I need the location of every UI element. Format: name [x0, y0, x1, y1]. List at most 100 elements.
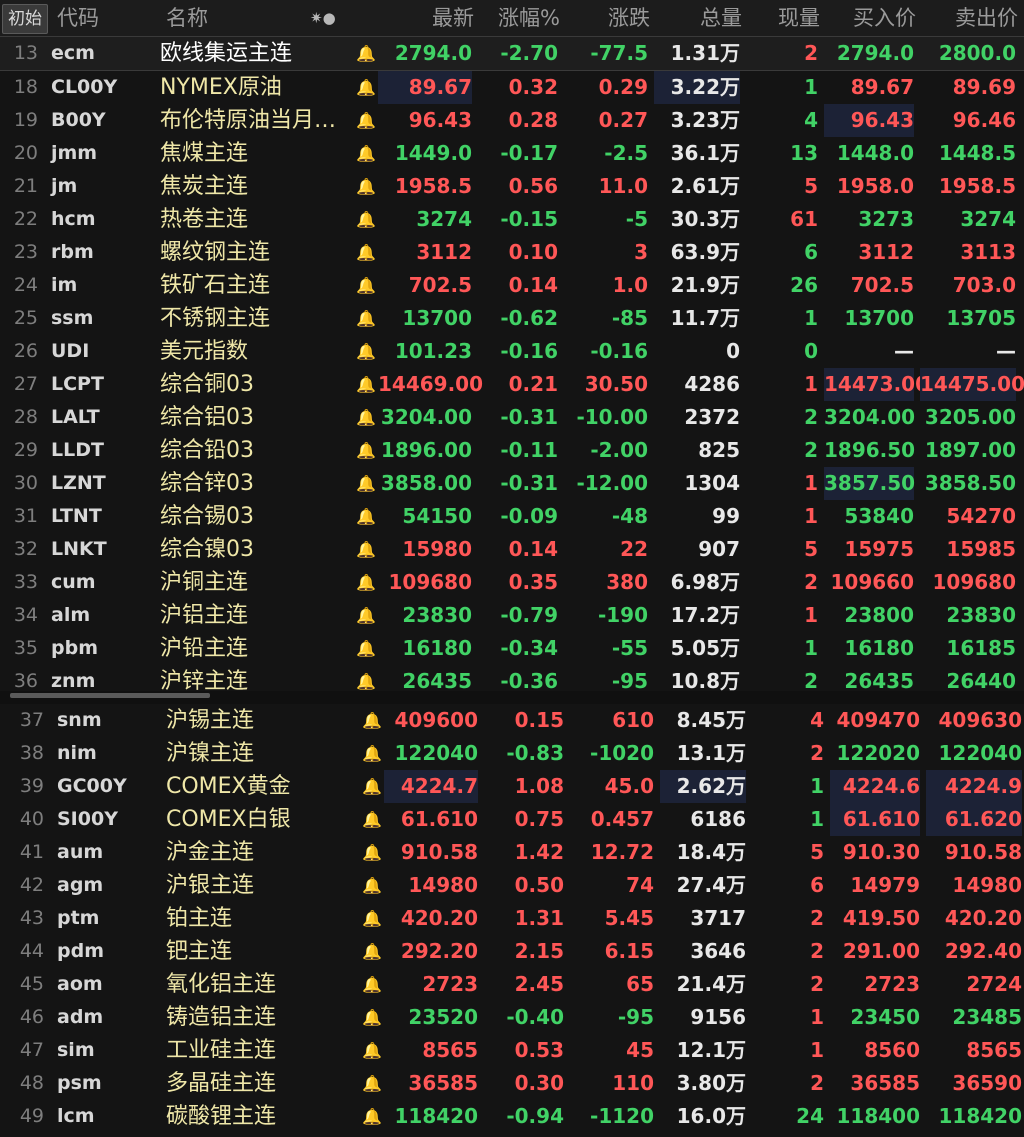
bell-icon[interactable]: 🔔 [360, 1067, 384, 1100]
instrument-name[interactable]: 沪银主连 [166, 869, 358, 902]
symbol-code[interactable]: adm [57, 1001, 157, 1034]
quote-row-GC00Y[interactable]: 39 GC00Y COMEX黄金 🔔 4224.7 1.08 45.0 2.62万 1 4224.… [0, 770, 1024, 803]
instrument-name[interactable]: 沪铝主连 [160, 599, 352, 632]
instrument-name[interactable]: 布伦特原油当月… [160, 104, 352, 137]
symbol-code[interactable]: UDI [51, 335, 151, 368]
instrument-name[interactable]: 铂主连 [166, 902, 358, 935]
bell-icon[interactable]: 🔔 [360, 902, 384, 935]
quote-row-agm[interactable]: 42 agm 沪银主连 🔔 14980 0.50 74 27.4万 6 14979 14980 [0, 869, 1024, 902]
instrument-name[interactable]: COMEX黄金 [166, 770, 358, 803]
column-settings-icon[interactable]: ✷● [310, 0, 336, 37]
bell-icon[interactable]: 🔔 [354, 137, 378, 170]
bell-icon[interactable]: 🔔 [354, 104, 378, 137]
symbol-code[interactable]: im [51, 269, 151, 302]
symbol-code[interactable]: nim [57, 737, 157, 770]
symbol-code[interactable]: jmm [51, 137, 151, 170]
symbol-code[interactable]: pbm [51, 632, 151, 665]
bell-icon[interactable]: 🔔 [360, 1001, 384, 1034]
symbol-code[interactable]: ssm [51, 302, 151, 335]
quote-row-SI00Y[interactable]: 40 SI00Y COMEX白银 🔔 61.610 0.75 0.457 6186 1 61.61… [0, 803, 1024, 836]
bell-icon[interactable]: 🔔 [354, 335, 378, 368]
bell-icon[interactable]: 🔔 [354, 434, 378, 467]
bell-icon[interactable]: 🔔 [354, 533, 378, 566]
instrument-name[interactable]: 综合锡03 [160, 500, 352, 533]
bell-icon[interactable]: 🔔 [360, 737, 384, 770]
bell-active-icon[interactable]: 🔔 [360, 836, 384, 869]
symbol-code[interactable]: LALT [51, 401, 151, 434]
instrument-name[interactable]: 焦煤主连 [160, 137, 352, 170]
bell-icon[interactable]: 🔔 [354, 467, 378, 500]
column-header-last-price[interactable]: 最新 [380, 0, 474, 37]
bell-icon[interactable]: 🔔 [360, 770, 384, 803]
bell-icon[interactable]: 🔔 [360, 1100, 384, 1133]
column-header-ask[interactable]: 卖出价 [922, 0, 1018, 37]
symbol-code[interactable]: LZNT [51, 467, 151, 500]
quote-row-LALT[interactable]: 28 LALT 综合铝03 🔔 3204.00 -0.31 -10.00 2372 2 3204.… [0, 401, 1024, 434]
quote-row-hcm[interactable]: 22 hcm 热卷主连 🔔 3274 -0.15 -5 30.3万 61 3273 3274 [0, 203, 1024, 236]
instrument-name[interactable]: NYMEX原油 [160, 71, 352, 104]
symbol-code[interactable]: LLDT [51, 434, 151, 467]
symbol-code[interactable]: SI00Y [57, 803, 157, 836]
symbol-code[interactable]: CL00Y [51, 71, 151, 104]
quote-row-aom[interactable]: 45 aom 氧化铝主连 🔔 2723 2.45 65 21.4万 2 2723 2724 [0, 968, 1024, 1001]
instrument-name[interactable]: 沪铅主连 [160, 632, 352, 665]
quote-row-adm[interactable]: 46 adm 铸造铝主连 🔔 23520 -0.40 -95 9156 1 23450 23485 [0, 1001, 1024, 1034]
symbol-code[interactable]: agm [57, 869, 157, 902]
quote-row-aum[interactable]: 41 aum 沪金主连 🔔 910.58 1.42 12.72 18.4万 5 910.30 910… [0, 836, 1024, 869]
bell-icon[interactable]: 🔔 [354, 269, 378, 302]
quote-row-ptm[interactable]: 43 ptm 铂主连 🔔 420.20 1.31 5.45 3717 2 419.50 420.20 [0, 902, 1024, 935]
symbol-code[interactable]: psm [57, 1067, 157, 1100]
instrument-name[interactable]: 钯主连 [166, 935, 358, 968]
symbol-code[interactable]: sim [57, 1034, 157, 1067]
bell-icon[interactable]: 🔔 [360, 704, 384, 737]
column-header-code[interactable]: 代码 [57, 0, 99, 37]
bell-icon[interactable]: 🔔 [360, 1034, 384, 1067]
symbol-code[interactable]: GC00Y [57, 770, 157, 803]
symbol-code[interactable]: pdm [57, 935, 157, 968]
bell-icon[interactable]: 🔔 [354, 37, 378, 70]
instrument-name[interactable]: 沪镍主连 [166, 737, 358, 770]
quote-row-alm[interactable]: 34 alm 沪铝主连 🔔 23830 -0.79 -190 17.2万 1 23800 23830 [0, 599, 1024, 632]
symbol-code[interactable]: cum [51, 566, 151, 599]
instrument-name[interactable]: 沪金主连 [166, 836, 358, 869]
quote-row-psm[interactable]: 48 psm 多晶硅主连 🔔 36585 0.30 110 3.80万 2 36585 36590 [0, 1067, 1024, 1100]
bell-icon[interactable]: 🔔 [354, 170, 378, 203]
instrument-name[interactable]: 综合铝03 [160, 401, 352, 434]
bell-active-icon[interactable]: 🔔 [360, 803, 384, 836]
quote-row-CL00Y[interactable]: 18 CL00Y NYMEX原油 🔔 89.67 0.32 0.29 3.22万 1 89.67 8… [0, 71, 1024, 104]
symbol-code[interactable]: jm [51, 170, 151, 203]
column-header-bid[interactable]: 买入价 [826, 0, 916, 37]
quote-row-lcm[interactable]: 49 lcm 碳酸锂主连 🔔 118420 -0.94 -1120 16.0万 24 118400… [0, 1100, 1024, 1133]
quote-row-LZNT[interactable]: 30 LZNT 综合锌03 🔔 3858.00 -0.31 -12.00 1304 1 3857.… [0, 467, 1024, 500]
symbol-code[interactable]: snm [57, 704, 157, 737]
quote-row-LTNT[interactable]: 31 LTNT 综合锡03 🔔 54150 -0.09 -48 99 1 53840 54270 [0, 500, 1024, 533]
quote-row-ecm[interactable]: 13 ecm 欧线集运主连 🔔 2794.0 -2.70 -77.5 1.31万 2 2794.0… [0, 36, 1024, 71]
symbol-code[interactable]: hcm [51, 203, 151, 236]
symbol-code[interactable]: LNKT [51, 533, 151, 566]
column-header-change-pct[interactable]: 涨幅% [480, 0, 560, 37]
column-header-change[interactable]: 涨跌 [566, 0, 650, 37]
instrument-name[interactable]: 氧化铝主连 [166, 968, 358, 1001]
quote-row-ssm[interactable]: 25 ssm 不锈钢主连 🔔 13700 -0.62 -85 11.7万 1 13700 13705 [0, 302, 1024, 335]
quote-row-pbm[interactable]: 35 pbm 沪铅主连 🔔 16180 -0.34 -55 5.05万 1 16180 16185 [0, 632, 1024, 665]
instrument-name[interactable]: 螺纹钢主连 [160, 236, 352, 269]
quote-row-jmm[interactable]: 20 jmm 焦煤主连 🔔 1449.0 -0.17 -2.5 36.1万 13 1448.0 14… [0, 137, 1024, 170]
column-header-name[interactable]: 名称 [166, 0, 208, 37]
instrument-name[interactable]: 热卷主连 [160, 203, 352, 236]
bell-icon[interactable]: 🔔 [360, 935, 384, 968]
instrument-name[interactable]: 铁矿石主连 [160, 269, 352, 302]
quote-row-B00Y[interactable]: 19 B00Y 布伦特原油当月… 🔔 96.43 0.28 0.27 3.23万 4 96.43 9… [0, 104, 1024, 137]
quote-row-pdm[interactable]: 44 pdm 钯主连 🔔 292.20 2.15 6.15 3646 2 291.00 292.40 [0, 935, 1024, 968]
instrument-name[interactable]: 美元指数 [160, 335, 352, 368]
instrument-name[interactable]: 多晶硅主连 [166, 1067, 358, 1100]
instrument-name[interactable]: COMEX白银 [166, 803, 358, 836]
symbol-code[interactable]: aum [57, 836, 157, 869]
quote-row-LCPT[interactable]: 27 LCPT 综合铜03 🔔 14469.00 0.21 30.50 4286 1 14473.… [0, 368, 1024, 401]
quote-row-cum[interactable]: 33 cum 沪铜主连 🔔 109680 0.35 380 6.98万 2 109660 10968… [0, 566, 1024, 599]
bell-icon[interactable]: 🔔 [360, 869, 384, 902]
reset-sort-button[interactable]: 初始 [2, 4, 48, 34]
instrument-name[interactable]: 综合锌03 [160, 467, 352, 500]
instrument-name[interactable]: 综合镍03 [160, 533, 352, 566]
column-header-volume[interactable]: 总量 [656, 0, 742, 37]
symbol-code[interactable]: lcm [57, 1100, 157, 1133]
